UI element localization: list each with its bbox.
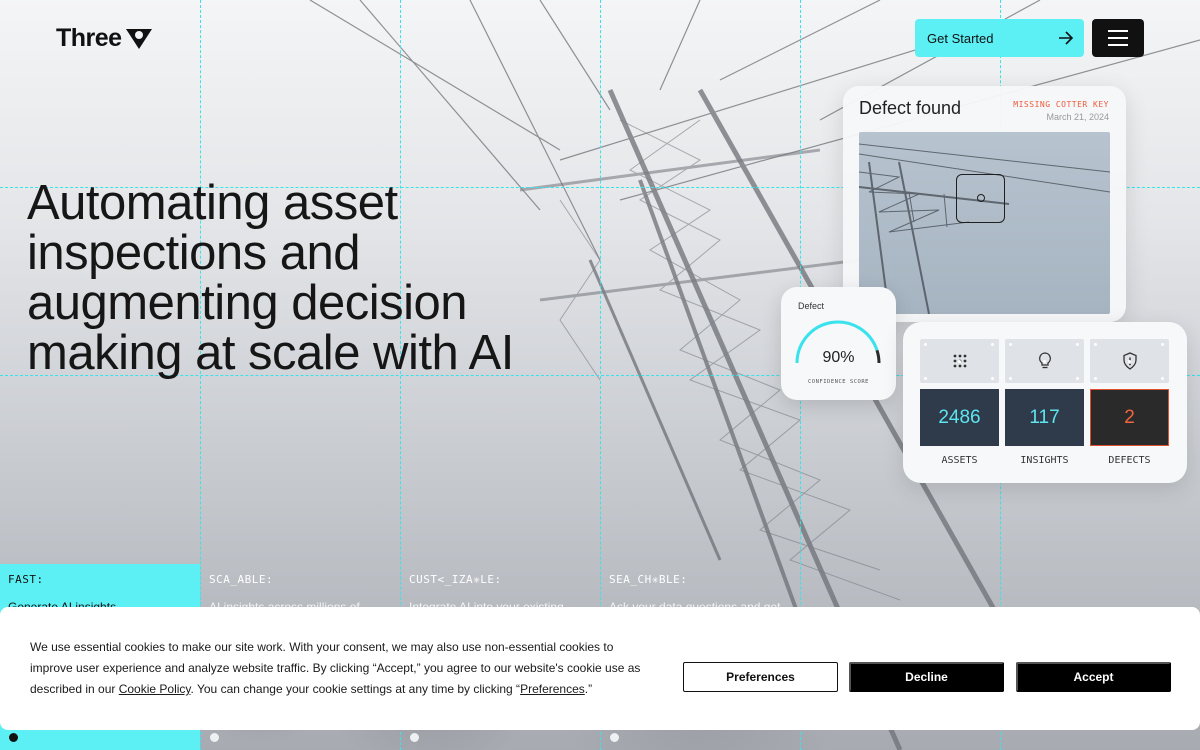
- hamburger-menu-icon: [1108, 30, 1128, 32]
- arrow-right-icon: [1059, 31, 1074, 45]
- preferences-button[interactable]: Preferences: [683, 662, 838, 692]
- defects-icon-box: [1090, 339, 1169, 383]
- assets-icon-box: [920, 339, 999, 383]
- feature-indicator-dot: [610, 733, 619, 742]
- hamburger-menu-button[interactable]: [1092, 19, 1144, 57]
- feature-title: CUST<_IZA✳LE:: [409, 573, 502, 586]
- accept-button[interactable]: Accept: [1016, 662, 1171, 692]
- shield-alert-icon: [1122, 352, 1137, 370]
- defect-date: March 21, 2024: [1046, 112, 1109, 122]
- feature-title: SEA_CH✳BLE:: [609, 573, 688, 586]
- assets-count: 2486: [920, 389, 999, 446]
- v-pin-logo-icon: [125, 28, 152, 49]
- defect-card-title: Defect found: [859, 98, 962, 118]
- get-started-label: Get Started: [927, 30, 994, 46]
- confidence-caption: CONFIDENCE SCORE: [808, 379, 869, 385]
- hero-headline: Automating asset inspections and augment…: [27, 176, 514, 380]
- cookie-preferences-link[interactable]: Preferences: [520, 682, 585, 696]
- feature-title: SCA_ABLE:: [209, 573, 274, 586]
- confidence-card: Defect 90% CONFIDENCE SCORE: [781, 287, 896, 400]
- insights-count: 117: [1005, 389, 1084, 446]
- brand-logo[interactable]: Three: [56, 24, 154, 53]
- brand-name: Three: [56, 24, 122, 52]
- decline-button[interactable]: Decline: [849, 662, 1004, 692]
- grid-dots-icon: [953, 354, 966, 368]
- feature-indicator-dot: [9, 733, 18, 742]
- tower-crossarm-image: [859, 143, 1110, 314]
- lightbulb-icon: [1038, 352, 1051, 369]
- defect-tag: MISSING COTTER KEY: [1013, 100, 1109, 109]
- detection-box: [956, 174, 1005, 223]
- assets-label: ASSETS: [941, 455, 978, 466]
- cookie-policy-link[interactable]: Cookie Policy: [119, 682, 191, 696]
- defects-count: 2: [1090, 389, 1169, 446]
- insights-icon-box: [1005, 339, 1084, 383]
- feature-indicator-dot: [410, 733, 419, 742]
- defects-label: DEFECTS: [1108, 455, 1151, 466]
- cookie-banner: We use essential cookies to make our sit…: [0, 607, 1200, 730]
- confidence-value: 90%: [822, 349, 855, 366]
- insights-label: INSIGHTS: [1020, 455, 1069, 466]
- feature-title: FAST:: [8, 573, 44, 586]
- stats-card: 2486 117 2 ASSETS INSIGHTS DEFECTS: [903, 322, 1187, 483]
- feature-indicator-dot: [210, 733, 219, 742]
- cookie-message: We use essential cookies to make our sit…: [30, 640, 641, 696]
- detection-target-icon: [977, 194, 985, 202]
- confidence-label: Defect: [798, 301, 825, 311]
- get-started-button[interactable]: Get Started: [915, 19, 1084, 57]
- defect-found-card: Defect found MISSING COTTER KEY March 21…: [843, 86, 1126, 322]
- defect-photo: [859, 132, 1110, 314]
